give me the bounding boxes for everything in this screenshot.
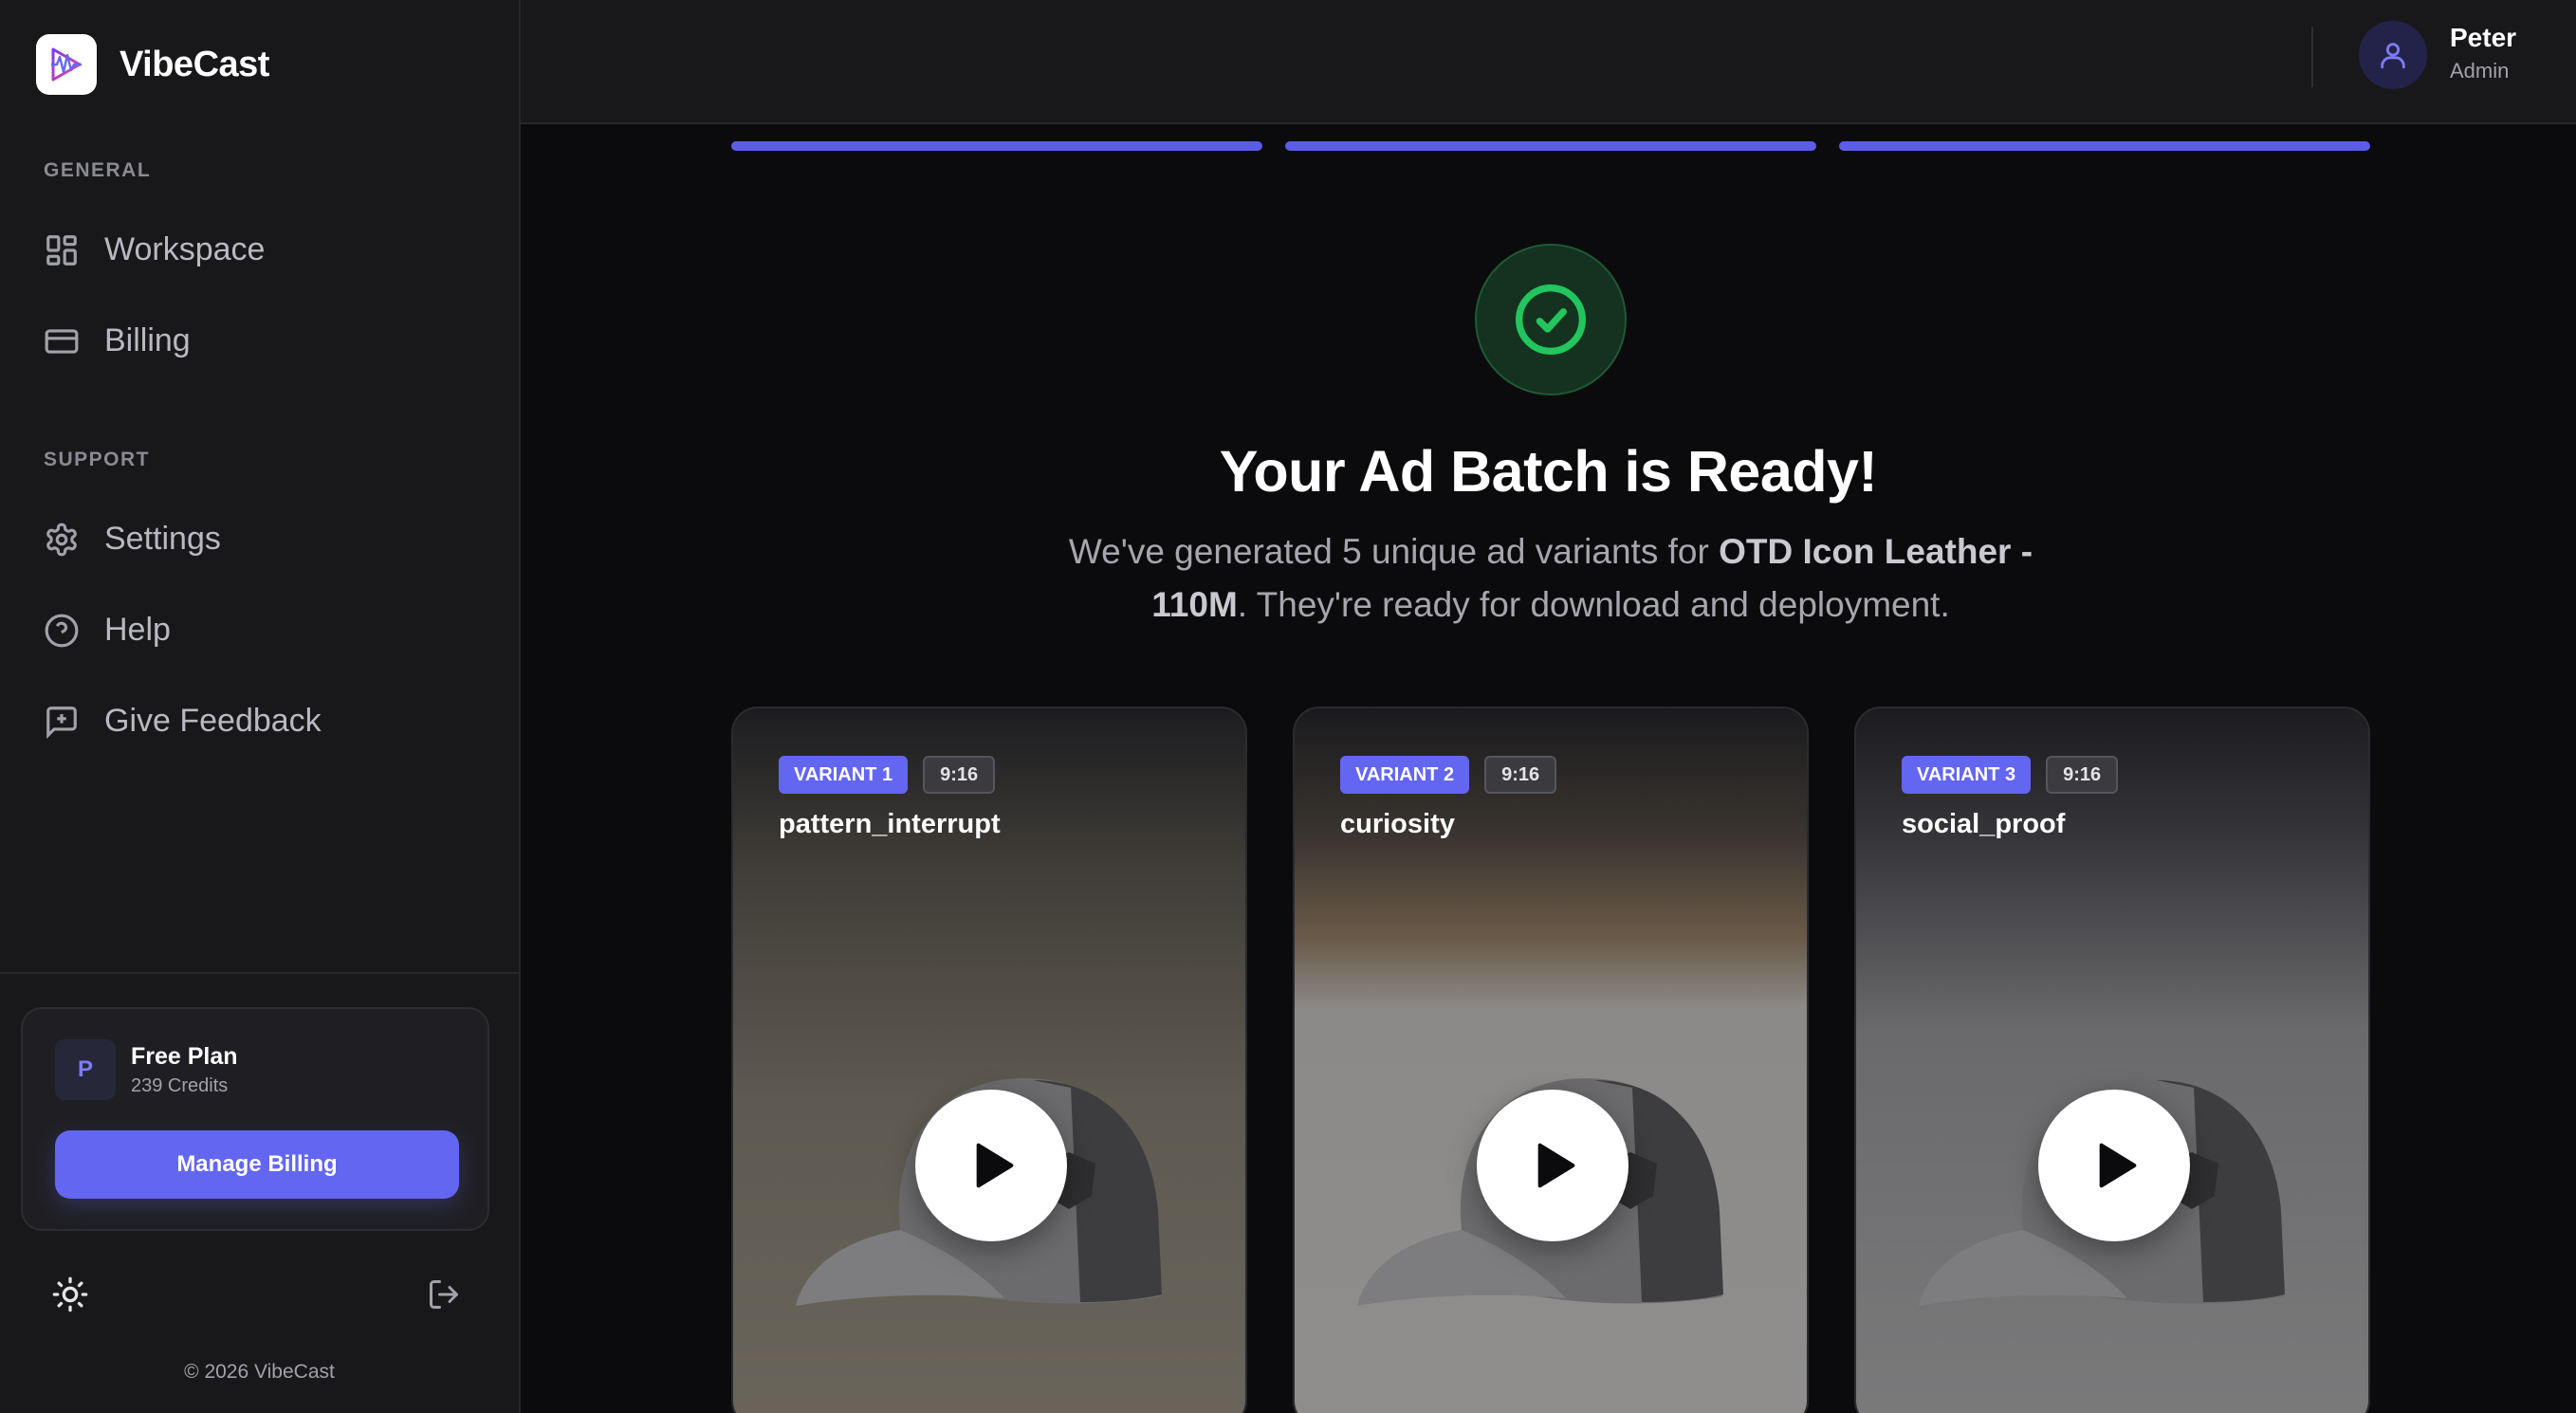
feedback-icon (46, 706, 77, 739)
success-badge (1475, 244, 1627, 395)
play-icon (976, 1143, 1014, 1188)
aspect-ratio-badge: 9:16 (1484, 756, 1557, 794)
sidebar-item-label: Workspace (104, 231, 266, 267)
subtitle-suffix: . They're ready for download and deploym… (1237, 585, 1950, 624)
sidebar: VibeCast GENERAL Workspace Billing SUPPO… (0, 0, 521, 1413)
sidebar-item-help[interactable]: Help (44, 612, 171, 649)
sidebar-item-label: Give Feedback (104, 703, 322, 739)
plan-card: P Free Plan 239 Credits Manage Billing (21, 1007, 489, 1231)
plan-credits: 239 Credits (131, 1075, 229, 1096)
gear-icon (46, 523, 77, 556)
variant-badge: VARIANT 1 (779, 756, 909, 794)
sidebar-item-billing[interactable]: Billing (44, 322, 191, 359)
logout-icon[interactable] (427, 1277, 461, 1312)
sidebar-item-label: Help (104, 612, 171, 648)
user-role: Admin (2450, 59, 2510, 83)
subtitle-prefix: We've generated 5 unique ad variants for (1068, 532, 1720, 571)
waveform-logo-icon (36, 34, 97, 95)
progress-step-3 (1839, 141, 2370, 151)
divider (2311, 27, 2313, 87)
app-root: VibeCast GENERAL Workspace Billing SUPPO… (0, 0, 2576, 1413)
variant-card-2[interactable]: VARIANT 2 9:16 curiosity (1293, 706, 1809, 1413)
aspect-ratio-badge: 9:16 (2046, 756, 2119, 794)
aspect-ratio-badge: 9:16 (923, 756, 996, 794)
manage-billing-button[interactable]: Manage Billing (55, 1130, 459, 1199)
variant-badge: VARIANT 2 (1340, 756, 1470, 794)
variant-title: social_proof (1902, 809, 2066, 839)
play-icon (1537, 1143, 1575, 1188)
user-name: Peter (2450, 23, 2517, 52)
play-button[interactable] (915, 1090, 1067, 1241)
plan-avatar: P (55, 1039, 116, 1100)
sidebar-item-settings[interactable]: Settings (44, 521, 221, 558)
user-avatar[interactable] (2359, 21, 2427, 89)
variant-card-3[interactable]: VARIANT 3 9:16 social_proof (1854, 706, 2370, 1413)
variant-title: curiosity (1340, 809, 1455, 839)
page-title: Your Ad Batch is Ready! (1219, 439, 1878, 504)
variant-badge: VARIANT 3 (1902, 756, 2032, 794)
general-section-title: GENERAL (44, 159, 152, 181)
play-button[interactable] (2038, 1090, 2190, 1241)
sidebar-item-give-feedback[interactable]: Give Feedback (44, 703, 322, 740)
progress-step-1 (731, 141, 1262, 151)
page-subtitle: We've generated 5 unique ad variants for… (1034, 525, 2068, 632)
grid-icon (46, 234, 77, 266)
variant-title: pattern_interrupt (779, 809, 1001, 839)
brand[interactable]: VibeCast (36, 34, 269, 95)
copyright: © 2026 VibeCast (184, 1361, 335, 1383)
variant-card-1[interactable]: VARIANT 1 9:16 pattern_interrupt (731, 706, 1247, 1413)
check-circle-icon (1516, 284, 1586, 355)
sidebar-item-workspace[interactable]: Workspace (44, 231, 265, 268)
progress-step-2 (1285, 141, 1816, 151)
play-button[interactable] (1477, 1090, 1628, 1241)
sidebar-item-label: Billing (104, 322, 191, 358)
sidebar-footer: P Free Plan 239 Credits Manage Billing ©… (0, 972, 519, 1413)
brand-name: VibeCast (120, 44, 269, 84)
credit-card-icon (45, 328, 79, 354)
top-bar: Peter Admin (521, 0, 2576, 124)
plan-name: Free Plan (131, 1043, 238, 1070)
sun-icon[interactable] (51, 1275, 89, 1313)
support-section-title: SUPPORT (44, 449, 151, 470)
sidebar-item-label: Settings (104, 521, 221, 557)
play-icon (2099, 1143, 2137, 1188)
user-icon (2381, 43, 2405, 69)
help-circle-icon (45, 614, 79, 647)
